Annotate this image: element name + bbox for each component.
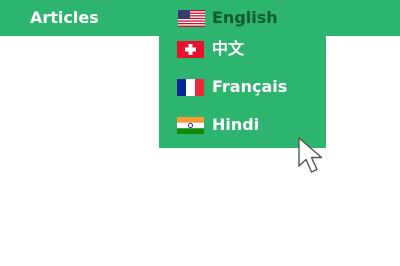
india-flag-icon	[177, 116, 204, 134]
language-option-hindi[interactable]: Hindi	[177, 115, 259, 135]
language-option-french[interactable]: Français	[177, 77, 287, 97]
french-flag-icon	[177, 78, 204, 96]
us-flag-icon	[178, 9, 205, 27]
language-selector[interactable]: English	[178, 8, 278, 28]
language-option-label: 中文	[212, 39, 245, 58]
language-option-label: Hindi	[212, 115, 260, 134]
mouse-pointer-icon	[296, 136, 330, 176]
language-dropdown: 中文 Français Hindi	[159, 36, 326, 148]
top-navbar: Articles English	[0, 0, 400, 36]
language-selector-label: English	[212, 8, 278, 27]
language-option-chinese[interactable]: 中文	[177, 39, 244, 59]
articles-link[interactable]: Articles	[30, 8, 99, 28]
swiss-flag-icon	[177, 40, 204, 58]
language-option-label: Français	[212, 77, 288, 96]
